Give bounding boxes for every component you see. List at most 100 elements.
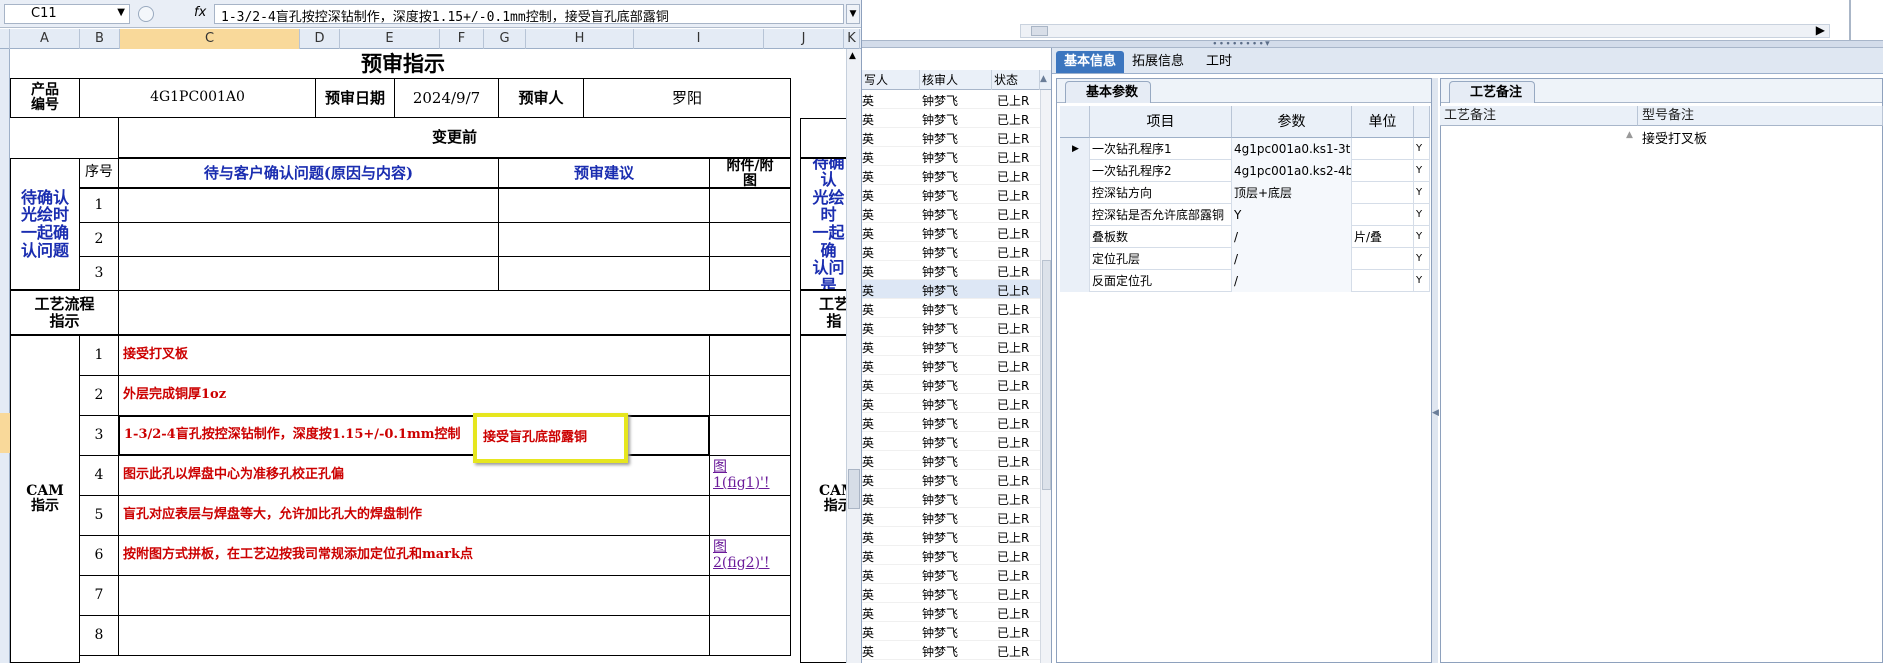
cam-row-no[interactable]: 5	[79, 495, 119, 536]
confirm-row-issue[interactable]	[118, 188, 499, 223]
params-row[interactable]: 一次钻孔程序2 4g1pc001a0.ks2-4b Y	[1060, 160, 1430, 182]
highlighted-cell-callout[interactable]: 接受盲孔底部露铜	[473, 413, 628, 463]
confirm-row-issue[interactable]	[118, 256, 499, 291]
param-flag[interactable]: Y	[1414, 138, 1430, 160]
list-item[interactable]: 英 钟梦飞 已上R	[862, 603, 1040, 622]
param-value[interactable]: Y	[1232, 204, 1352, 226]
review-date-value[interactable]: 2024/9/7	[394, 78, 499, 118]
cam-row-text[interactable]: 按附图方式拼板，在工艺边按我司常规添加定位孔和mark点	[118, 535, 710, 576]
list-item[interactable]: 英 钟梦飞 已上R	[862, 356, 1040, 375]
row-indicator[interactable]	[1060, 182, 1090, 204]
confirm-row-no[interactable]: 2	[79, 222, 119, 257]
column-header-j[interactable]: J	[764, 29, 844, 49]
confirm-block-label[interactable]: 待确认 光绘时 一起确 认问题	[10, 158, 80, 290]
formula-input[interactable]: 1-3/2-4盲孔按控深钻制作，深度按1.15+/-0.1mm控制，接受盲孔底部…	[214, 4, 844, 24]
cam-row-no[interactable]: 2	[79, 375, 119, 416]
row-header-strip[interactable]	[0, 49, 10, 663]
list-item[interactable]: 英 钟梦飞 已上R	[862, 261, 1040, 280]
param-item[interactable]: 反面定位孔	[1090, 270, 1232, 292]
list-item[interactable]: 英 钟梦飞 已上R	[862, 280, 1040, 299]
list-scrollbar[interactable]	[1040, 90, 1051, 663]
col-status[interactable]: 状态	[992, 70, 1040, 90]
param-value[interactable]: /	[1232, 226, 1352, 248]
scroll-thumb[interactable]	[848, 469, 860, 509]
suggest-header[interactable]: 预审建议	[498, 158, 710, 188]
scroll-up-icon[interactable]: ▲	[1626, 130, 1633, 140]
row-indicator[interactable]	[1060, 248, 1090, 270]
cam-row-no[interactable]: 7	[79, 575, 119, 616]
list-item[interactable]: 英 钟梦飞 已上R	[862, 413, 1040, 432]
column-header-k[interactable]: K	[844, 29, 860, 49]
list-item[interactable]: 英 钟梦飞 已上R	[862, 622, 1040, 641]
cam-row-text[interactable]	[118, 615, 710, 656]
list-item[interactable]: 英 钟梦飞 已上R	[862, 128, 1040, 147]
confirm-row-suggest[interactable]	[498, 222, 710, 257]
list-item[interactable]: 英 钟梦飞 已上R	[862, 527, 1040, 546]
param-item[interactable]: 叠板数	[1090, 226, 1232, 248]
list-item[interactable]: 英 钟梦飞 已上R	[862, 223, 1040, 242]
param-item[interactable]: 一次钻孔程序1	[1090, 138, 1232, 160]
row-pointer-icon[interactable]: ▶	[1060, 138, 1090, 160]
list-item[interactable]: 英 钟梦飞 已上R	[862, 375, 1040, 394]
column-header-i[interactable]: I	[634, 29, 764, 49]
confirm-row-suggest[interactable]	[498, 188, 710, 223]
param-unit[interactable]	[1352, 248, 1414, 270]
tab-work-hours[interactable]: 工时	[1198, 51, 1240, 73]
row-indicator[interactable]	[1060, 270, 1090, 292]
list-item[interactable]: 英 钟梦飞 已上R	[862, 242, 1040, 261]
param-flag[interactable]: Y	[1414, 226, 1430, 248]
list-item[interactable]: 英 钟梦飞 已上R	[862, 109, 1040, 128]
param-unit[interactable]	[1352, 204, 1414, 226]
scroll-thumb[interactable]	[1031, 26, 1048, 36]
confirm-row-attach[interactable]	[709, 188, 791, 223]
list-item[interactable]: 英 钟梦飞 已上R	[862, 166, 1040, 185]
insert-function-button[interactable]: fx	[194, 5, 206, 20]
params-row[interactable]: 控深钻是否允许底部露铜 Y Y	[1060, 204, 1430, 226]
list-item[interactable]: 英 钟梦飞 已上R	[862, 394, 1040, 413]
row-indicator[interactable]	[1060, 226, 1090, 248]
sort-up-icon[interactable]: ▲	[1040, 74, 1047, 84]
param-item[interactable]: 控深钻方向	[1090, 182, 1232, 204]
confirm-row-no[interactable]: 3	[79, 256, 119, 291]
list-item[interactable]: 英 钟梦飞 已上R	[862, 318, 1040, 337]
param-unit[interactable]	[1352, 270, 1414, 292]
list-item[interactable]: 英 钟梦飞 已上R	[862, 299, 1040, 318]
row-header-selected[interactable]	[0, 413, 10, 453]
process-cell[interactable]	[118, 290, 791, 335]
param-flag[interactable]: Y	[1414, 270, 1430, 292]
cam-row-no[interactable]: 6	[79, 535, 119, 576]
params-row[interactable]: 定位孔层 / Y	[1060, 248, 1430, 270]
list-item[interactable]: 英 钟梦飞 已上R	[862, 337, 1040, 356]
horizontal-scrollbar[interactable]: ▶	[1020, 23, 1830, 38]
col-checker[interactable]: 核审人	[920, 70, 992, 90]
product-no-label[interactable]: 产品 编号	[10, 78, 80, 118]
name-box[interactable]: C11 ▼	[4, 4, 130, 24]
cam-row-no[interactable]: 1	[79, 335, 119, 376]
param-flag[interactable]: Y	[1414, 248, 1430, 270]
chevron-down-icon[interactable]: ▼	[117, 7, 125, 18]
expand-formula-icon[interactable]: ▼	[846, 4, 860, 24]
list-item[interactable]: 英 钟梦飞 已上R	[862, 508, 1040, 527]
list-item[interactable]: 英 钟梦飞 已上R	[862, 565, 1040, 584]
param-value[interactable]: 4g1pc001a0.ks1-3t	[1232, 138, 1352, 160]
param-value[interactable]: /	[1232, 248, 1352, 270]
confirm-row-issue[interactable]	[118, 222, 499, 257]
param-value[interactable]: 顶层+底层	[1232, 182, 1352, 204]
param-unit[interactable]	[1352, 182, 1414, 204]
list-item[interactable]: 英 钟梦飞 已上R	[862, 470, 1040, 489]
params-col-item[interactable]: 项目	[1090, 106, 1232, 138]
list-item[interactable]: 英 钟梦飞 已上R	[862, 641, 1040, 660]
vertical-scrollbar[interactable]: ▲	[846, 49, 861, 663]
select-all-corner[interactable]	[0, 29, 10, 49]
cam-row-no[interactable]: 3	[79, 415, 119, 456]
params-row[interactable]: 反面定位孔 / Y	[1060, 270, 1430, 292]
cancel-formula-icon[interactable]	[138, 6, 154, 22]
column-header-f[interactable]: F	[440, 29, 484, 49]
process-label[interactable]: 工艺流程 指示	[10, 290, 119, 335]
cam-row-attach[interactable]: 图 1(fig1)'!	[709, 455, 791, 496]
confirm-row-suggest[interactable]	[498, 256, 710, 291]
param-item[interactable]: 一次钻孔程序2	[1090, 160, 1232, 182]
params-title[interactable]: 基本参数	[1065, 81, 1152, 103]
issue-header[interactable]: 待与客户确认问题(原因与内容)	[118, 158, 499, 188]
cam-row-text[interactable]	[118, 575, 710, 616]
